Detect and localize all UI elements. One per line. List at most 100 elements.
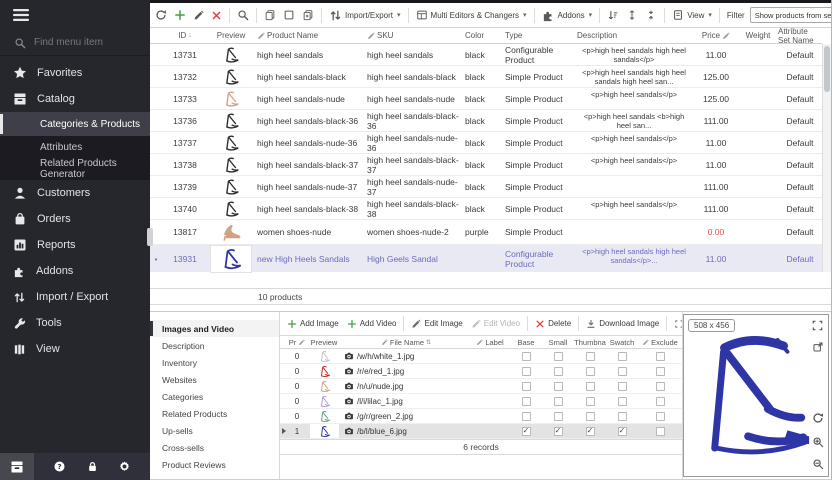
store-button[interactable] [0,453,34,480]
search-products-button[interactable] [235,9,251,21]
duplicate-button[interactable] [300,9,316,21]
checkbox-thumbnail[interactable]: ✓ [586,427,595,436]
checkbox-swatch[interactable] [618,352,627,361]
category-filter-select[interactable]: Show products from selected categories ▾ [750,7,831,23]
set-resize-rule-button[interactable]: Set Resize Rule [671,319,682,329]
product-row-13738[interactable]: 13738high heel sandals-black-37high heel… [150,154,822,176]
product-row-13740[interactable]: 13740high heel sandals-black-38high heel… [150,198,822,220]
rotate-button[interactable] [812,412,824,424]
images-header-thumbna[interactable]: Thumbna [574,336,606,348]
multi-editors-button[interactable]: Multi Editors & Changers▾ [414,9,529,21]
tab-images-and-video[interactable]: Images and Video [150,320,279,337]
pane-splitter-handle[interactable] [147,228,153,246]
image-row-r-e-red-1-jpg[interactable]: 0/r/e/red_1.jpg [280,364,682,379]
menu-icon[interactable] [13,8,29,22]
images-header-label[interactable]: Label [470,336,510,348]
delete-button[interactable]: Delete [532,319,574,329]
vertical-scrollbar[interactable] [822,44,831,272]
checkbox-swatch[interactable] [618,367,627,376]
images-header-file-name[interactable]: File Name⇅ [342,336,470,348]
checkbox-small[interactable] [554,382,563,391]
sidebar-item-addons[interactable]: Addons [0,258,150,284]
checkbox-swatch[interactable] [618,397,627,406]
tab-description[interactable]: Description [150,337,279,354]
import-export-button[interactable]: Import/Export▾ [327,9,403,22]
collapse-rows-button[interactable] [643,9,659,21]
checkbox-base[interactable] [522,412,531,421]
sidebar-item-view[interactable]: View [0,336,150,362]
expand-rows-button[interactable] [624,9,640,21]
product-row-13736[interactable]: 13736high heel sandals-black-36high heel… [150,110,822,132]
scrollbar-thumb[interactable] [824,46,830,92]
tab-inventory[interactable]: Inventory [150,354,279,371]
checkbox-swatch[interactable]: ✓ [618,427,627,436]
product-row-13732[interactable]: 13732high heel sandals-blackhigh heel sa… [150,66,822,88]
product-row-13737[interactable]: 13737high heel sandals-nude-36high heel … [150,132,822,154]
products-header-sku[interactable]: SKU [364,28,462,43]
images-header-small[interactable]: Small [542,336,574,348]
images-header-base[interactable]: Base [510,336,542,348]
tab-categories[interactable]: Categories [150,388,279,405]
checkbox-base[interactable] [522,397,531,406]
images-header-pr[interactable]: Pr [288,336,306,348]
sidebar-item-import-export[interactable]: Import / Export [0,284,150,310]
checkbox-thumbnail[interactable] [586,412,595,421]
image-row-w-h-white-1-jpg[interactable]: 0/w/h/white_1.jpg [280,349,682,364]
checkbox-swatch[interactable] [618,382,627,391]
checkbox-swatch[interactable] [618,412,627,421]
tab-up-sells[interactable]: Up-sells [150,422,279,439]
checkbox-thumbnail[interactable] [586,367,595,376]
product-row-13931[interactable]: •13931new High Heels SandalsHigh Geels S… [150,245,822,272]
checkbox-base[interactable]: ✓ [522,427,531,436]
checkbox-exclude[interactable] [656,427,665,436]
refresh-button[interactable] [153,9,169,21]
tab-websites[interactable]: Websites [150,371,279,388]
sidebar-item-favorites[interactable]: Favorites [0,60,150,86]
images-header-preview[interactable]: Preview [306,336,342,348]
products-header-color[interactable]: Color [462,28,502,43]
checkbox-base[interactable] [522,352,531,361]
products-header-price[interactable]: Price [694,28,738,43]
image-row-n-u-nude-jpg[interactable]: 0/n/u/nude.jpg [280,379,682,394]
add-image-button[interactable]: Add Image [284,319,342,329]
checkbox-small[interactable] [554,397,563,406]
checkbox-exclude[interactable] [656,412,665,421]
edit-product-button[interactable] [191,10,206,21]
checkbox-thumbnail[interactable] [586,397,595,406]
products-header-weight[interactable]: Weight [738,28,778,43]
download-image-button[interactable]: Download Image [583,319,662,329]
products-header-attribute-set-name[interactable]: Attribute Set Name [778,28,822,43]
product-row-13739[interactable]: 13739high heel sandals-nude-37high heel … [150,176,822,198]
view-button[interactable]: View▾ [670,9,714,21]
product-row-13817[interactable]: 13817women shoes-nudewomen shoes-nude-2p… [150,220,822,245]
sidebar-item-categories-products[interactable]: Categories & Products [0,112,150,136]
products-header-description[interactable]: Description [574,28,694,43]
sidebar-item-catalog[interactable]: Catalog [0,86,150,112]
sidebar-item-customers[interactable]: Customers [0,180,150,206]
help-icon[interactable]: ? [53,460,66,473]
sidebar-item-related-products-generator[interactable]: Related Products Generator [0,158,150,180]
sidebar-item-reports[interactable]: Reports [0,232,150,258]
images-header-swatch[interactable]: Swatch [606,336,638,348]
checkbox-base[interactable] [522,382,531,391]
edit-image-button[interactable]: Edit Image [408,319,465,329]
tab-related-products[interactable]: Related Products [150,405,279,422]
open-external-button[interactable] [812,341,824,353]
zoom-out-button[interactable] [812,458,824,470]
checkbox-small[interactable] [554,352,563,361]
lock-icon[interactable] [86,460,99,473]
checkbox-exclude[interactable] [656,367,665,376]
product-row-13733[interactable]: 13733high heel sandals-nudehigh heel san… [150,88,822,110]
image-row-g-r-green-2-jpg[interactable]: 0/g/r/green_2.jpg [280,409,682,424]
images-header-exclude[interactable]: Exclude [638,336,682,348]
checkbox-thumbnail[interactable] [586,382,595,391]
checkbox-thumbnail[interactable] [586,352,595,361]
select-checkbox-button[interactable] [281,9,297,21]
sidebar-search[interactable]: Find menu item [0,30,150,56]
checkbox-small[interactable] [554,412,563,421]
delete-product-button[interactable] [209,10,224,21]
products-header-type[interactable]: Type [502,28,574,43]
sort-columns-button[interactable] [605,9,621,21]
add-product-button[interactable] [172,9,188,21]
image-row-l-i-lilac-1-jpg[interactable]: 0/l/i/lilac_1.jpg [280,394,682,409]
